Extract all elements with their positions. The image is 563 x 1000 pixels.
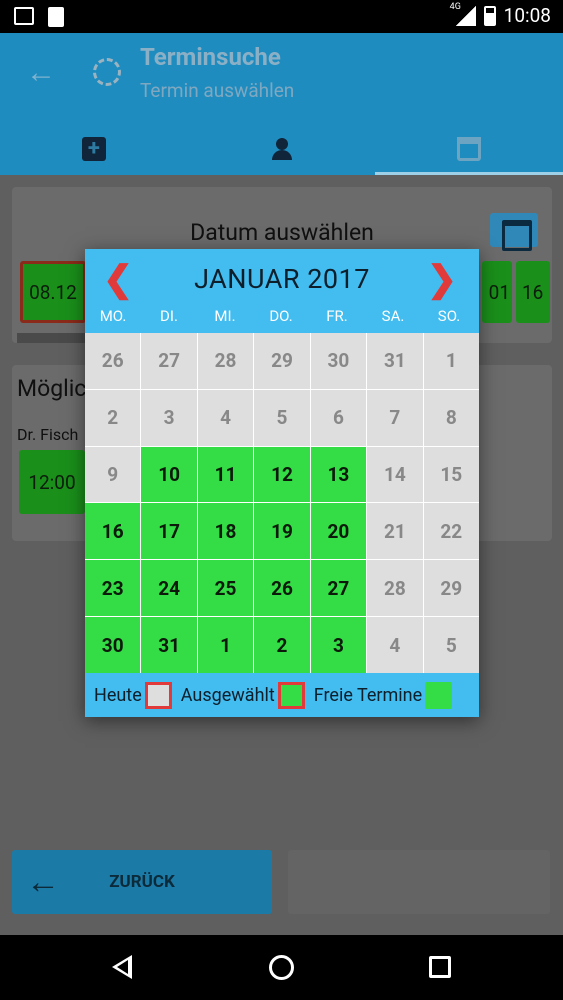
day-cell-free[interactable]: 25 <box>197 560 254 617</box>
calendar-legend: Heute Ausgewählt Freie Termine <box>85 673 479 717</box>
add-box-icon: + <box>81 137 106 161</box>
legend-today-swatch <box>144 681 172 709</box>
back-arrow-icon[interactable]: ← <box>26 55 56 90</box>
notification-icon <box>14 7 34 25</box>
network-type: 4G <box>449 1 461 12</box>
day-cell-free[interactable]: 27 <box>310 560 367 617</box>
sd-card-icon <box>48 7 64 27</box>
day-cell-free[interactable]: 17 <box>141 503 197 560</box>
calendar-icon <box>457 137 482 161</box>
status-bar: 4G 10:08 <box>0 0 563 33</box>
doctor-name: Dr. Fisch <box>17 425 79 444</box>
battery-icon <box>483 5 496 26</box>
day-cell: 3 <box>141 389 197 446</box>
legend-free-swatch <box>425 681 453 709</box>
day-cell-free[interactable]: 23 <box>85 560 141 617</box>
nav-back-icon[interactable] <box>112 955 132 979</box>
weekday-row: MO. DI. MI. DO. FR. SA. SO. <box>85 307 479 325</box>
app-title: Terminsuche <box>140 43 281 71</box>
day-cell-free[interactable]: 31 <box>141 617 197 673</box>
day-cell: 5 <box>254 389 310 446</box>
weekday-label: MO. <box>99 307 127 325</box>
day-cell: 1 <box>423 333 479 389</box>
date-pill[interactable]: 01 <box>482 261 512 323</box>
day-cell: 22 <box>423 503 479 560</box>
navigation-bar <box>0 935 563 1000</box>
tab-add[interactable]: + <box>0 123 188 175</box>
legend-selected-label: Ausgewählt <box>180 684 275 706</box>
day-cell-free[interactable]: 18 <box>197 503 254 560</box>
date-card-title: Datum auswählen <box>190 219 374 246</box>
day-cell-free[interactable]: 13 <box>310 446 367 503</box>
person-icon <box>271 138 293 160</box>
day-cell: 27 <box>141 333 197 389</box>
weekday-label: DO. <box>269 307 293 325</box>
next-month-icon[interactable]: ❯ <box>427 259 457 299</box>
day-cell: 15 <box>423 446 479 503</box>
weekday-label: SA. <box>381 307 405 325</box>
day-cell-free[interactable]: 12 <box>254 446 310 503</box>
weekday-label: MI. <box>214 307 236 325</box>
day-cell: 9 <box>85 446 141 503</box>
day-cell: 4 <box>367 617 423 673</box>
open-calendar-button[interactable] <box>490 213 538 251</box>
month-label: JANUAR 2017 <box>194 263 370 295</box>
day-cell-free[interactable]: 19 <box>254 503 310 560</box>
day-cell: 2 <box>85 389 141 446</box>
nav-recents-icon[interactable] <box>429 956 451 978</box>
day-cell-free[interactable]: 16 <box>85 503 141 560</box>
date-pill-selected[interactable]: 08.12 <box>20 261 86 323</box>
legend-today-label: Heute <box>94 684 142 706</box>
app-subtitle: Termin auswählen <box>140 79 295 102</box>
day-cell-free[interactable]: 1 <box>197 617 254 673</box>
day-cell-free[interactable]: 3 <box>310 617 367 673</box>
day-cell: 28 <box>197 333 254 389</box>
day-cell-free[interactable]: 11 <box>197 446 254 503</box>
app-bar: ← Terminsuche Termin auswählen + <box>0 33 563 175</box>
back-button-label: ZURÜCK <box>109 872 175 892</box>
day-cell: 14 <box>367 446 423 503</box>
day-cell: 4 <box>197 389 254 446</box>
signal-icon: 4G <box>450 2 476 26</box>
tab-doctor[interactable] <box>188 123 376 175</box>
back-button[interactable]: ← ZURÜCK <box>12 850 272 914</box>
weekday-label: DI. <box>160 307 178 325</box>
time-slot-button[interactable]: 12:00 <box>19 450 85 514</box>
day-cell-free[interactable]: 2 <box>254 617 310 673</box>
nav-home-icon[interactable] <box>269 955 294 980</box>
day-cell: 29 <box>423 560 479 617</box>
day-cell: 26 <box>85 333 141 389</box>
tab-bar: + <box>0 123 563 175</box>
day-cell-free[interactable]: 20 <box>310 503 367 560</box>
legend-selected-swatch <box>277 681 305 709</box>
date-pill[interactable]: 16 <box>516 261 550 323</box>
day-cell: 21 <box>367 503 423 560</box>
day-cell-free[interactable]: 24 <box>141 560 197 617</box>
calendar-grid: 26 27 28 29 30 31 1 2 3 4 5 6 7 8 9 10 11 12 13 14 15 16 17 18 1… <box>85 333 479 673</box>
tab-calendar[interactable] <box>375 123 563 175</box>
clock: 10:08 <box>503 4 551 27</box>
app-logo-icon <box>80 45 130 95</box>
calendar-dialog: ❮ JANUAR 2017 ❯ MO. DI. MI. DO. FR. SA. SO. 26… <box>85 249 479 717</box>
next-button-disabled[interactable] <box>288 850 550 914</box>
calendar-header: ❮ JANUAR 2017 ❯ MO. DI. MI. DO. FR. SA. SO. <box>85 249 479 333</box>
day-cell: 6 <box>310 389 367 446</box>
weekday-label: FR. <box>326 307 348 325</box>
day-cell: 30 <box>310 333 367 389</box>
day-cell: 8 <box>423 389 479 446</box>
day-cell: 7 <box>367 389 423 446</box>
day-cell: 5 <box>423 617 479 673</box>
day-cell-free[interactable]: 10 <box>141 446 197 503</box>
appointments-title: Möglic <box>17 375 87 402</box>
legend-free-label: Freie Termine <box>313 684 423 706</box>
day-cell-free[interactable]: 30 <box>85 617 141 673</box>
weekday-label: SO. <box>437 307 461 325</box>
day-cell-free[interactable]: 26 <box>254 560 310 617</box>
day-cell: 28 <box>367 560 423 617</box>
day-cell: 29 <box>254 333 310 389</box>
day-cell: 31 <box>367 333 423 389</box>
scroll-indicator[interactable] <box>17 333 87 343</box>
